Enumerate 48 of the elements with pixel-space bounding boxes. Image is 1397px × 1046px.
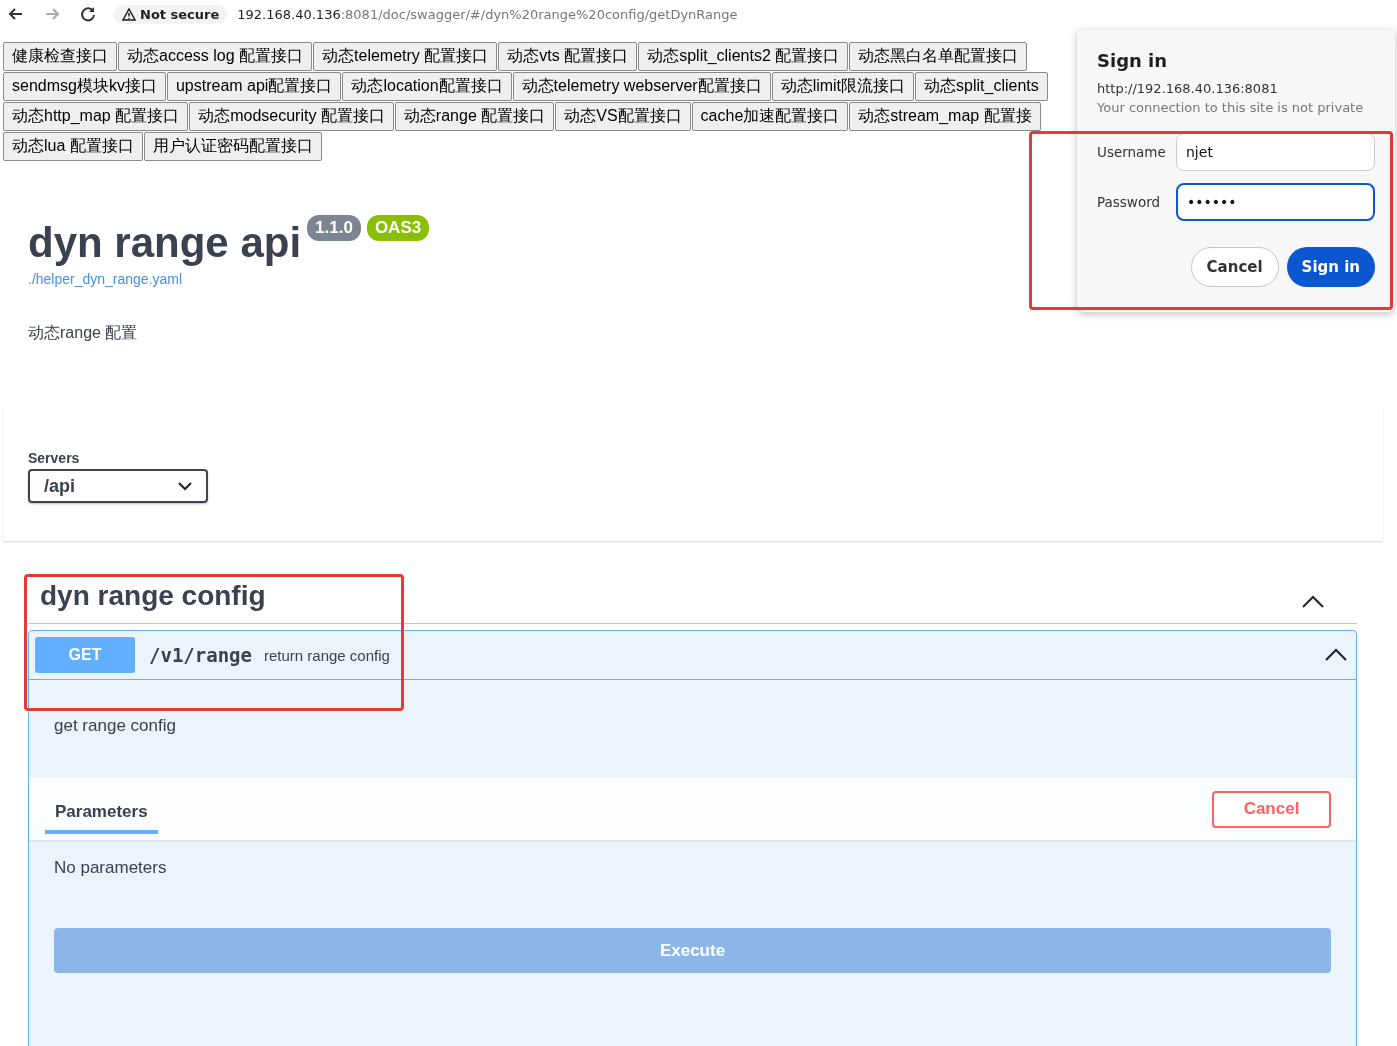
api-link-button[interactable]: 动态VS配置接口 xyxy=(555,102,691,131)
cancel-button[interactable]: Cancel xyxy=(1190,247,1279,287)
api-link-button[interactable]: cache加速配置接口 xyxy=(691,102,849,131)
api-link-button[interactable]: sendmsg模块kv接口 xyxy=(3,72,166,101)
version-badge: 1.1.0 xyxy=(307,215,361,241)
dialog-title: Sign in xyxy=(1097,50,1169,71)
chevron-icon[interactable] xyxy=(1324,648,1348,662)
chevron-down-icon xyxy=(178,481,192,491)
field-label: Password xyxy=(1097,194,1161,210)
privacy-note: Your connection to this site is not private xyxy=(1097,100,1365,115)
site-origin: http://192.168.40.136:8081 xyxy=(1097,81,1279,96)
operation-description: get range config xyxy=(53,715,177,737)
api-link-button[interactable]: 动态vts 配置接口 xyxy=(498,42,638,71)
chevron-icon[interactable] xyxy=(1301,595,1325,609)
endpoint-summary: return range config xyxy=(263,646,391,664)
api-link-button[interactable]: 动态split_clients xyxy=(915,72,1048,101)
api-title: dyn range api xyxy=(28,218,302,268)
api-link-button[interactable]: 动态location配置接口 xyxy=(342,72,512,101)
api-link-button[interactable]: 动态range 配置接口 xyxy=(394,102,555,131)
parameters-tab[interactable]: Parameters xyxy=(45,790,158,834)
api-link-button[interactable]: 动态telemetry 配置接口 xyxy=(313,42,498,71)
input-field[interactable]: •••••• xyxy=(1176,183,1375,221)
api-link-button[interactable]: 动态limit限流接口 xyxy=(771,72,915,101)
api-link-button[interactable]: 动态黑白名单配置接口 xyxy=(849,42,1028,71)
api-description: 动态range 配置 xyxy=(28,323,139,343)
address-bar-url[interactable]: 192.168.40.136:8081/doc/swagger/#/dyn%20range%20config/getDynRange xyxy=(237,6,738,22)
api-link-button[interactable]: upstream api配置接口 xyxy=(166,72,342,101)
spec-badge: OAS3 xyxy=(366,215,430,241)
api-link-button[interactable]: 健康检查接口 xyxy=(3,42,117,71)
api-link-button[interactable]: 动态telemetry webserver配置接口 xyxy=(512,72,771,101)
reload-icon[interactable] xyxy=(78,4,98,24)
api-link-button[interactable]: 用户认证密码配置接口 xyxy=(143,132,322,161)
no-parameters-text: No parameters xyxy=(53,857,168,879)
endpoint-path: /v1/range xyxy=(149,644,252,666)
input-field[interactable]: njet xyxy=(1176,133,1375,171)
section-title[interactable]: dyn range config xyxy=(40,580,266,612)
server-select[interactable]: /api xyxy=(28,469,208,503)
api-link-button[interactable]: 动态lua 配置接口 xyxy=(3,132,143,161)
api-link-button[interactable]: 动态stream_map 配置接 xyxy=(849,102,1041,131)
warning-icon xyxy=(122,7,136,21)
api-link-button[interactable]: 动态http_map 配置接口 xyxy=(3,102,189,131)
api-link-button[interactable]: 动态split_clients2 配置接口 xyxy=(638,42,849,71)
servers-label: Servers xyxy=(28,450,81,466)
api-link-button[interactable]: 动态access log 配置接口 xyxy=(118,42,313,71)
field-label: Username xyxy=(1097,144,1166,160)
api-link-button[interactable]: 动态modsecurity 配置接口 xyxy=(189,102,394,131)
sign-in-button[interactable]: Sign in xyxy=(1286,247,1375,287)
security-chip[interactable]: Not secure xyxy=(114,4,228,24)
